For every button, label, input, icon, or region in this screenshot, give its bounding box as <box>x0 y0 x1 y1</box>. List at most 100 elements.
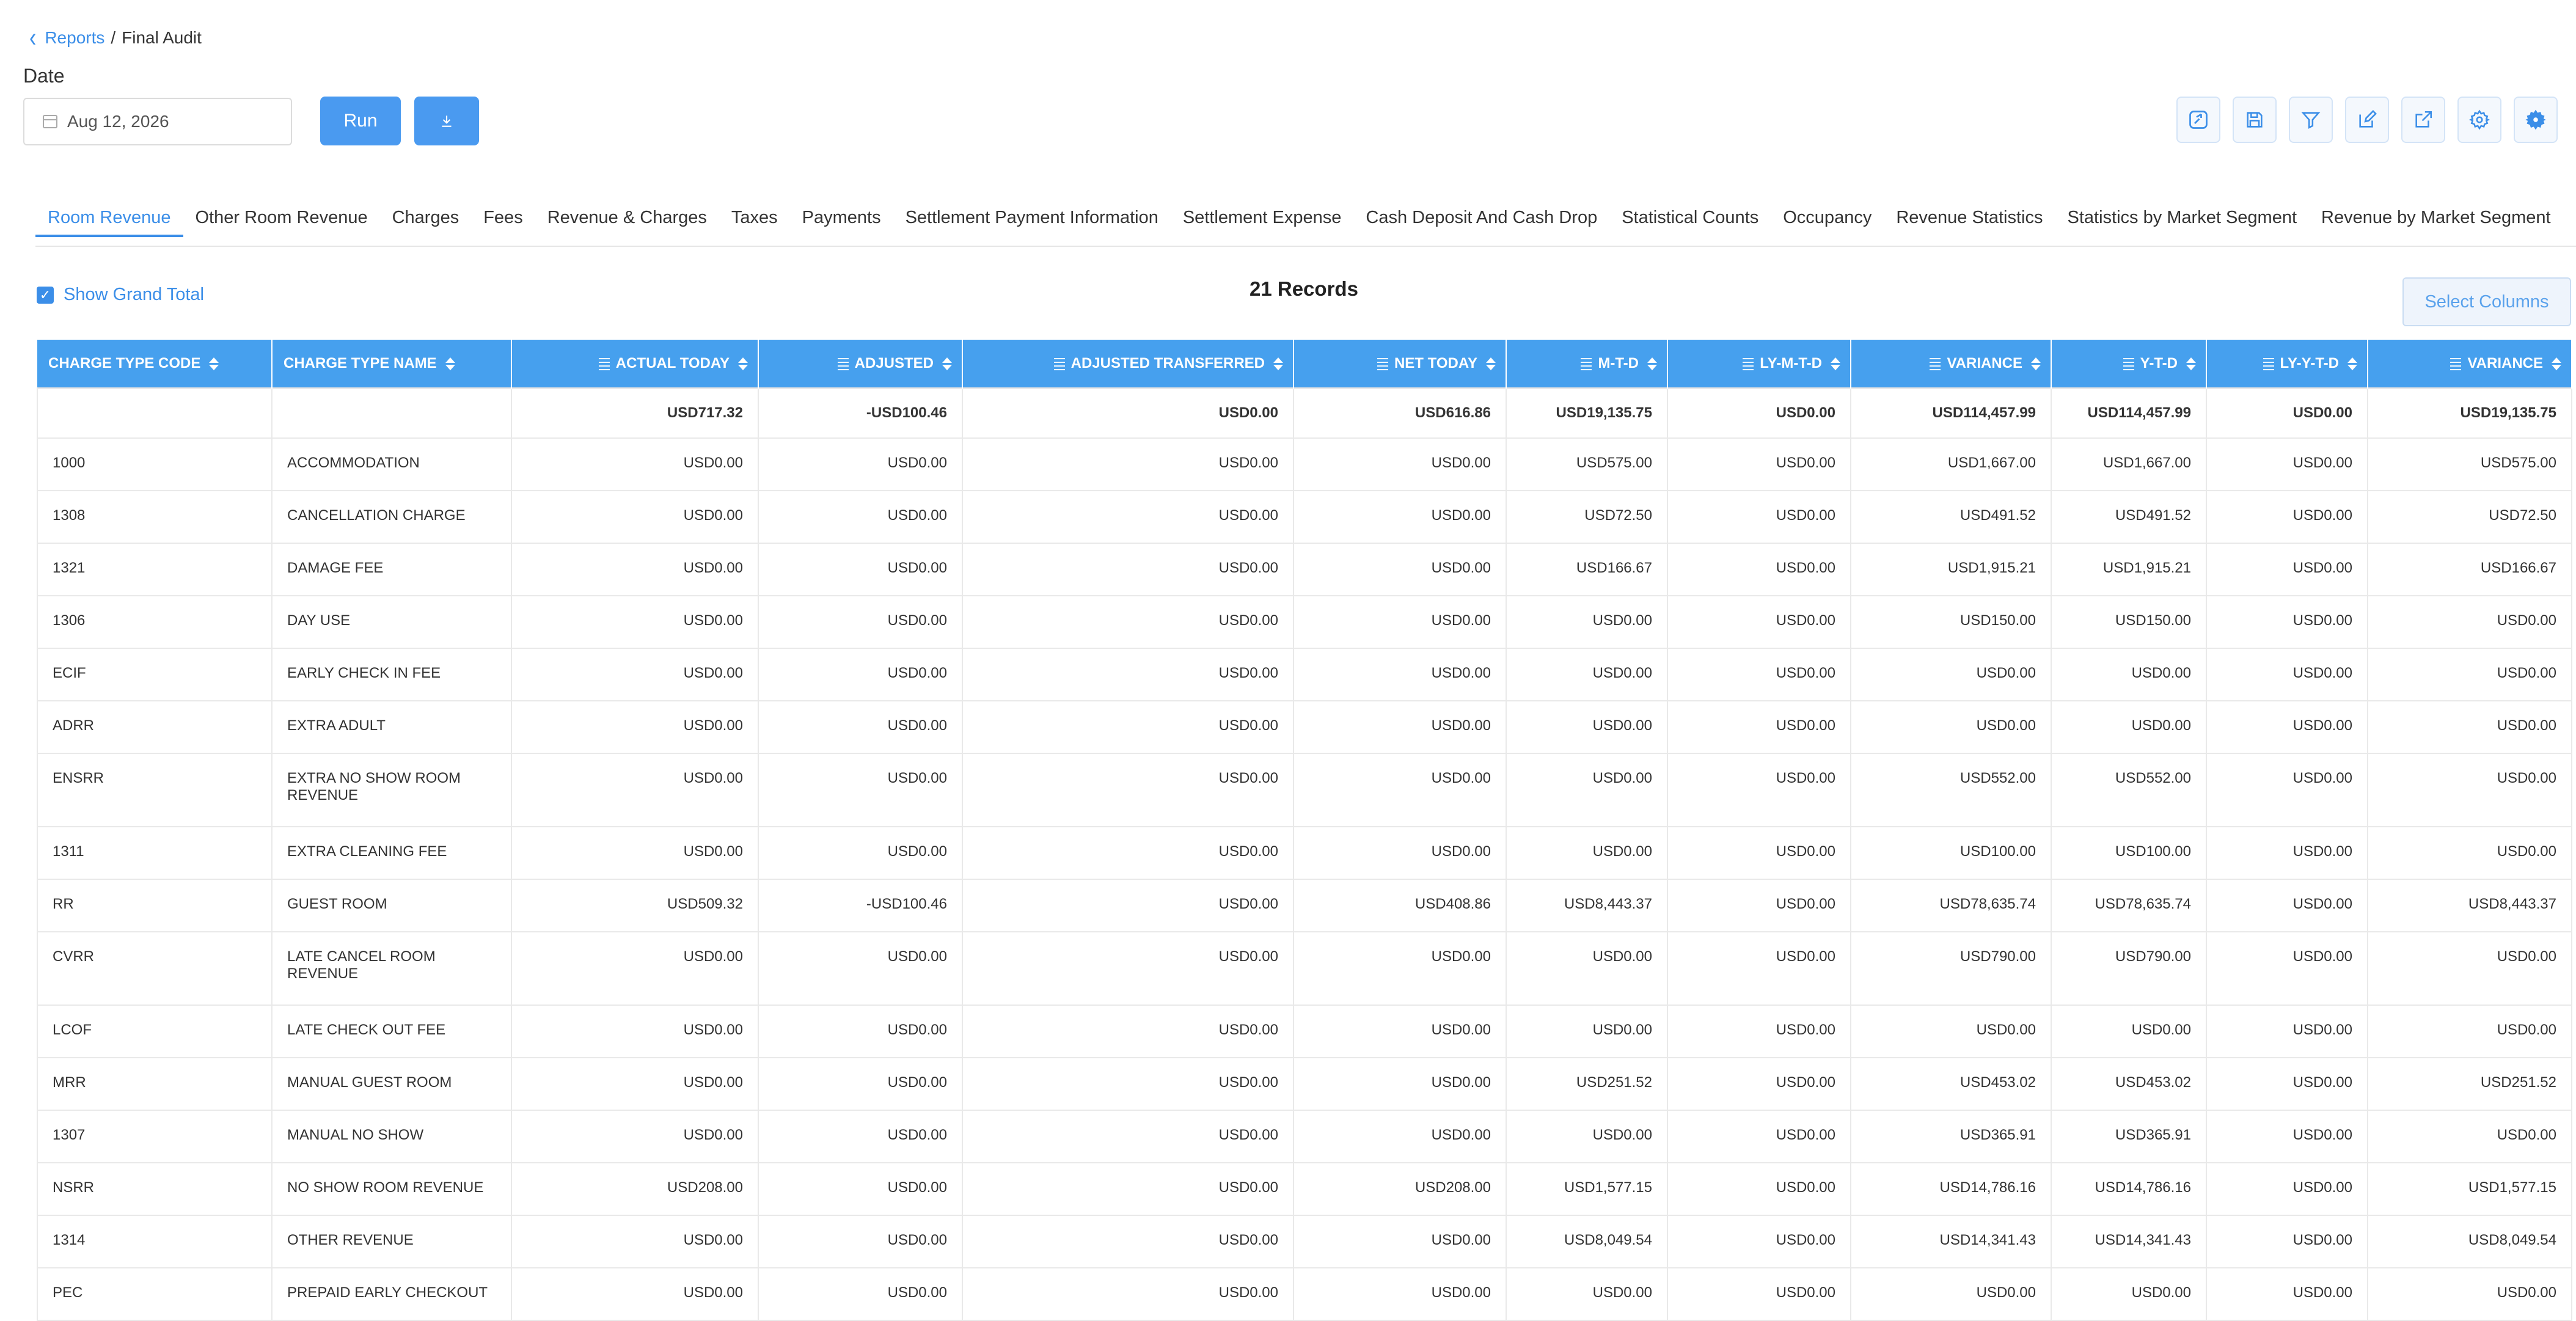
table-row[interactable]: ECIF EARLY CHECK IN FEE USD0.00 USD0.00 USD0… <box>37 648 2572 701</box>
tab-statistics-by-market-segment[interactable]: Statistics by Market Segment <box>2055 200 2310 237</box>
table-cell: USD208.00 <box>1293 1163 1507 1216</box>
table-row[interactable]: 1000 ACCOMMODATION USD0.00 USD0.00 USD0.00 US… <box>37 438 2572 491</box>
table-row[interactable]: RR GUEST ROOM USD509.32 -USD100.46 USD0.00 US… <box>37 879 2572 932</box>
table-row[interactable]: 1321 DAMAGE FEE USD0.00 USD0.00 USD0.00 USD0.… <box>37 543 2572 596</box>
column-header-actual-today[interactable]: ACTUAL TODAY <box>511 340 759 388</box>
show-grand-total-toggle[interactable]: ✓ Show Grand Total <box>37 285 204 305</box>
table-cell: USD0.00 <box>2206 1005 2368 1058</box>
tab-occupancy[interactable]: Occupancy <box>1771 200 1884 237</box>
column-filter-icon[interactable] <box>2123 357 2134 370</box>
column-header-variance-ytd[interactable]: VARIANCE <box>2368 340 2572 388</box>
table-cell: USD0.00 <box>511 1110 759 1163</box>
column-header-net-today[interactable]: NET TODAY <box>1293 340 1507 388</box>
tab-payments[interactable]: Payments <box>790 200 893 237</box>
chevron-left-icon[interactable]: ‹ <box>29 23 36 54</box>
tab-local-m[interactable]: Local M <box>2563 200 2576 237</box>
sort-icon[interactable] <box>1831 356 1840 372</box>
column-filter-icon[interactable] <box>1743 357 1754 370</box>
column-header-ly-ytd[interactable]: LY-Y-T-D <box>2206 340 2368 388</box>
table-cell: USD0.00 <box>1851 1005 2052 1058</box>
column-filter-icon[interactable] <box>1581 357 1592 370</box>
table-cell: USD0.00 <box>1293 438 1507 491</box>
date-picker-input[interactable]: Aug 12, 2026 <box>23 98 292 145</box>
tab-room-revenue[interactable]: Room Revenue <box>35 200 183 237</box>
table-cell: EXTRA NO SHOW ROOM REVENUE <box>272 753 512 827</box>
column-header-charge-type-name[interactable]: CHARGE TYPE NAME <box>272 340 512 388</box>
column-filter-icon[interactable] <box>1377 357 1388 370</box>
column-filter-icon[interactable] <box>598 357 610 370</box>
column-header-ly-mtd[interactable]: LY-M-T-D <box>1667 340 1851 388</box>
table-row[interactable]: PEC PREPAID EARLY CHECKOUT USD0.00 USD0.00 U… <box>37 1268 2572 1321</box>
table-row[interactable]: MRR MANUAL GUEST ROOM USD0.00 USD0.00 USD0.0… <box>37 1058 2572 1111</box>
run-button[interactable]: Run <box>320 97 401 145</box>
filter-button[interactable] <box>2289 97 2333 143</box>
table-cell: GUEST ROOM <box>272 879 512 932</box>
tab-revenue-statistics[interactable]: Revenue Statistics <box>1884 200 2055 237</box>
advanced-settings-button[interactable] <box>2514 97 2558 143</box>
tab-revenue-by-market-segment[interactable]: Revenue by Market Segment <box>2309 200 2563 237</box>
table-cell: DAY USE <box>272 596 512 649</box>
table-row[interactable]: 1306 DAY USE USD0.00 USD0.00 USD0.00 USD0.00 U… <box>37 596 2572 649</box>
table-row[interactable]: ENSRR EXTRA NO SHOW ROOM REVENUE USD0.00 US… <box>37 753 2572 827</box>
table-row[interactable]: NSRR NO SHOW ROOM REVENUE USD208.00 USD0.00… <box>37 1163 2572 1216</box>
settings-button[interactable] <box>2457 97 2501 143</box>
tab-cash-deposit-and-cash-drop[interactable]: Cash Deposit And Cash Drop <box>1353 200 1609 237</box>
table-cell: USD0.00 <box>1667 387 1851 439</box>
table-cell: USD0.00 <box>1506 701 1668 754</box>
column-header-charge-type-code[interactable]: CHARGE TYPE CODE <box>37 340 273 388</box>
download-button[interactable] <box>414 97 479 145</box>
save-button[interactable] <box>2233 97 2277 143</box>
sort-icon[interactable] <box>2031 356 2041 372</box>
table-cell: USD0.00 <box>962 1005 1294 1058</box>
tab-fees[interactable]: Fees <box>471 200 535 237</box>
table-row[interactable]: CVRR LATE CANCEL ROOM REVENUE USD0.00 USD0.… <box>37 932 2572 1006</box>
table-cell: USD0.00 <box>1667 1163 1851 1216</box>
table-row[interactable]: ADRR EXTRA ADULT USD0.00 USD0.00 USD0.00 USD0… <box>37 701 2572 754</box>
sort-icon[interactable] <box>1647 356 1657 372</box>
sort-icon[interactable] <box>2186 356 2196 372</box>
column-header-adjusted[interactable]: ADJUSTED <box>758 340 963 388</box>
sort-icon[interactable] <box>209 356 219 372</box>
date-label: Date <box>23 65 65 87</box>
column-filter-icon[interactable] <box>2263 357 2274 370</box>
room-revenue-table: CHARGE TYPE CODE CHARGE TYPE NAME ACTUAL… <box>37 340 2572 1321</box>
tab-other-room-revenue[interactable]: Other Room Revenue <box>183 200 380 237</box>
tab-taxes[interactable]: Taxes <box>719 200 790 237</box>
table-row[interactable]: 1311 EXTRA CLEANING FEE USD0.00 USD0.00 USD0… <box>37 827 2572 880</box>
table-cell: USD0.00 <box>1667 438 1851 491</box>
sort-icon[interactable] <box>1486 356 1496 372</box>
sort-icon[interactable] <box>2552 356 2561 372</box>
column-header-ytd[interactable]: Y-T-D <box>2051 340 2207 388</box>
external-link-button[interactable] <box>2401 97 2445 143</box>
sort-icon[interactable] <box>445 356 455 372</box>
tab-charges[interactable]: Charges <box>380 200 472 237</box>
column-header-variance-mtd[interactable]: VARIANCE <box>1851 340 2052 388</box>
sort-icon[interactable] <box>942 356 952 372</box>
tab-statistical-counts[interactable]: Statistical Counts <box>1609 200 1771 237</box>
table-cell: ECIF <box>37 648 273 701</box>
sort-icon[interactable] <box>2347 356 2357 372</box>
table-row[interactable]: LCOF LATE CHECK OUT FEE USD0.00 USD0.00 USD0… <box>37 1005 2572 1058</box>
column-filter-icon[interactable] <box>1053 357 1065 370</box>
column-filter-icon[interactable] <box>837 357 849 370</box>
sort-icon[interactable] <box>738 356 748 372</box>
column-header-adjusted-transferred[interactable]: ADJUSTED TRANSFERRED <box>962 340 1294 388</box>
tab-settlement-payment-information[interactable]: Settlement Payment Information <box>893 200 1171 237</box>
table-row[interactable]: 1308 CANCELLATION CHARGE USD0.00 USD0.00 USD… <box>37 491 2572 544</box>
table-cell: USD0.00 <box>2368 648 2572 701</box>
column-filter-icon[interactable] <box>1930 357 1941 370</box>
select-columns-button[interactable]: Select Columns <box>2402 277 2571 326</box>
table-cell: USD78,635.74 <box>1851 879 2052 932</box>
column-filter-icon[interactable] <box>2450 357 2462 370</box>
column-header-mtd[interactable]: M-T-D <box>1506 340 1668 388</box>
edit-button[interactable] <box>2345 97 2389 143</box>
tab-settlement-expense[interactable]: Settlement Expense <box>1171 200 1354 237</box>
tab-revenue-and-charges[interactable]: Revenue & Charges <box>535 200 719 237</box>
breadcrumb-reports-link[interactable]: Reports <box>45 28 104 48</box>
sort-icon[interactable] <box>1273 356 1283 372</box>
table-cell: USD0.00 <box>1667 596 1851 649</box>
table-row[interactable]: 1307 MANUAL NO SHOW USD0.00 USD0.00 USD0.00 U… <box>37 1110 2572 1163</box>
checkbox-checked-icon[interactable]: ✓ <box>37 286 54 304</box>
help-button[interactable] <box>2176 97 2220 143</box>
table-row[interactable]: 1314 OTHER REVENUE USD0.00 USD0.00 USD0.00 US… <box>37 1215 2572 1268</box>
